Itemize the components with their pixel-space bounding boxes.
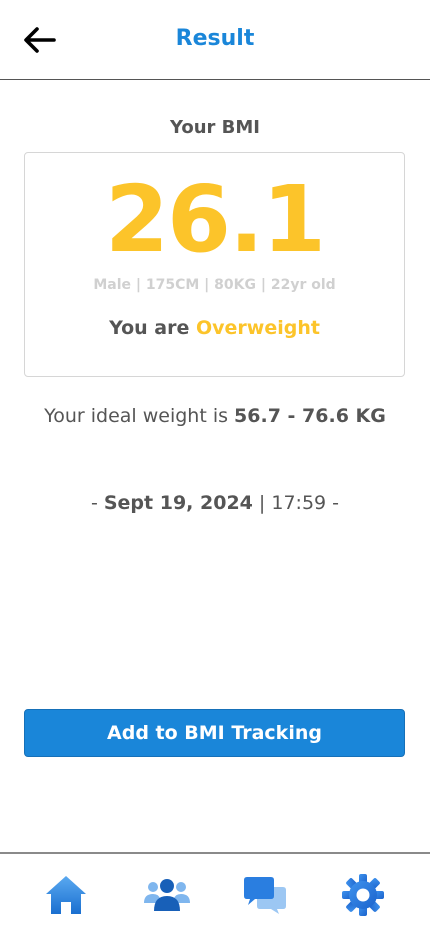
timestamp-lead: -	[90, 492, 104, 514]
add-to-tracking-button[interactable]: Add to BMI Tracking	[24, 709, 405, 757]
nav-settings[interactable]	[338, 870, 388, 920]
chat-icon	[244, 877, 286, 914]
bmi-value: 26.1	[105, 166, 326, 273]
home-icon	[46, 876, 86, 914]
timestamp-trail: -	[326, 492, 340, 514]
nav-home[interactable]	[41, 870, 91, 920]
bottom-nav	[0, 852, 430, 932]
result-time: 17:59	[271, 492, 327, 514]
ideal-weight-prefix: Your ideal weight is	[44, 405, 235, 427]
bmi-caption: Your BMI	[169, 117, 261, 138]
result-date: Sept 19, 2024	[103, 492, 253, 514]
ideal-weight-text: Your ideal weight is 56.7 - 76.6 KG	[0, 405, 430, 427]
status-prefix: You are	[109, 317, 196, 339]
community-icon	[144, 879, 190, 911]
result-timestamp: - Sept 19, 2024 | 17:59 -	[0, 492, 430, 514]
nav-chat[interactable]	[240, 870, 290, 920]
page-title: Result	[175, 26, 255, 51]
bmi-status: You are Overweight	[25, 317, 404, 339]
ideal-weight-range: 56.7 - 76.6 KG	[234, 405, 386, 427]
profile-details: Male | 175CM | 80KG | 22yr old	[93, 277, 336, 293]
timestamp-separator: |	[252, 492, 272, 514]
status-word: Overweight	[195, 317, 320, 339]
bmi-result-card: 26.1 Male | 175CM | 80KG | 22yr old You …	[24, 152, 405, 377]
app-header: Result	[0, 0, 430, 80]
settings-gear-icon	[342, 874, 384, 916]
nav-community[interactable]	[142, 870, 192, 920]
